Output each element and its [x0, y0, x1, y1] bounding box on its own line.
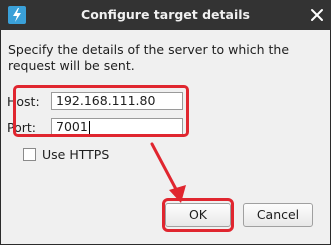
annotation-arrow — [150, 142, 186, 203]
